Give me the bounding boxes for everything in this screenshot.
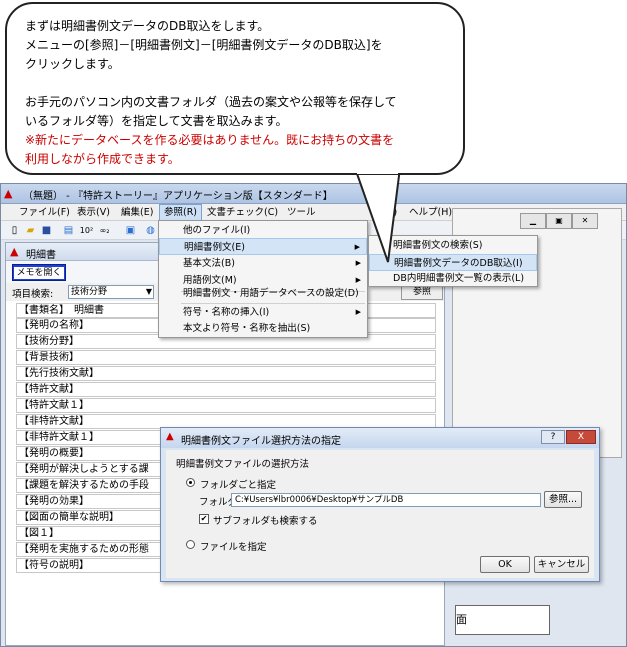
window-title: （無題） - 『特許ストーリー』アプリケーション版【スタンダード】	[23, 191, 333, 202]
numbering-icon[interactable]: 10²	[79, 223, 94, 238]
callout-line: メニューの[参照]－[明細書例文]－[明細書例文データのDB取込]を	[25, 38, 383, 52]
browse-button[interactable]: 参照...	[544, 491, 582, 508]
folder-path-input[interactable]: C:¥Users¥lbr0006¥Desktop¥サンプルDB	[231, 493, 541, 507]
callout-line: いるフォルダ等）を指定して文書を取込みます。	[25, 114, 288, 128]
menu-item-label: 他のファイル(I)	[183, 225, 251, 236]
menu-item-insert-symbols[interactable]: 符号・名称の挿入(I) ▶	[159, 304, 367, 321]
menu-window[interactable]: V)	[383, 205, 401, 220]
minimize-icon[interactable]: ▁	[520, 213, 546, 229]
menu-item-label: 明細書例文・用語データベースの設定(D)	[183, 288, 359, 299]
submenu-arrow-icon: ▶	[354, 243, 360, 251]
subfolder-checkbox-label[interactable]: サブフォルダも検索する	[213, 513, 318, 527]
menu-item-label: 基本文法(B)	[183, 258, 235, 269]
meisaisho-reibun-submenu: 明細書例文の検索(S) 明細書例文データのDB取込(I) DB内明細書例文一覧の…	[368, 235, 538, 287]
doc-line[interactable]: 【特許文献】	[16, 382, 436, 397]
item-search-value: 技術分野	[71, 287, 108, 297]
radio-folder[interactable]	[186, 478, 195, 487]
restore-icon[interactable]: ▣	[546, 213, 572, 229]
radio-folder-label[interactable]: フォルダごと指定	[200, 477, 276, 491]
menu-check[interactable]: 文書チェック(C)	[203, 205, 282, 220]
menu-edit[interactable]: 編集(E)	[117, 205, 157, 220]
document-title: 明細書	[26, 250, 56, 261]
subfolder-checkbox[interactable]: ✔	[199, 514, 209, 524]
app-icon: ▲	[4, 187, 13, 200]
menu-item-search-examples[interactable]: 明細書例文の検索(S)	[369, 237, 537, 254]
menu-view[interactable]: 表示(V)	[73, 205, 114, 220]
cancel-button[interactable]: キャンセル	[534, 556, 589, 573]
chevron-down-icon: ▼	[145, 287, 152, 296]
selection-method-group-label: 明細書例文ファイルの選択方法	[176, 459, 310, 470]
menu-item-other-file[interactable]: 他のファイル(I)	[159, 222, 367, 239]
radio-file[interactable]	[186, 540, 195, 549]
callout-note-line: ※新たにデータベースを作る必要はありません。既にお持ちの文書を	[25, 133, 395, 147]
sansho-dropdown: 他のファイル(I) 明細書例文(E) ▶ 基本文法(B) ▶ 用語例文(M) ▶ 明細…	[158, 220, 368, 338]
menu-item-label: 明細書例文データのDB取込(I)	[394, 258, 523, 269]
globe-icon[interactable]: ◍	[143, 223, 158, 238]
dialog-title: 明細書例文ファイル選択方法の指定	[181, 436, 341, 447]
menu-sansho[interactable]: 参照(R)	[159, 204, 203, 221]
help-button[interactable]: ?	[541, 430, 565, 444]
doc-line[interactable]: 【背景技術】	[16, 350, 436, 365]
dialog-title-bar: ▲ 明細書例文ファイル選択方法の指定 ? X	[161, 428, 599, 448]
document-icon: ▲	[10, 245, 19, 258]
open-memo-button[interactable]: メモを開く	[12, 264, 66, 281]
menu-item-db-import[interactable]: 明細書例文データのDB取込(I)	[369, 254, 537, 271]
callout-tail-joint	[357, 166, 398, 174]
menu-item-extract-symbols[interactable]: 本文より符号・名称を抽出(S)	[159, 320, 367, 337]
menu-item-label: 明細書例文の検索(S)	[393, 240, 483, 251]
menu-item-label: DB内明細書例文一覧の表示(L)	[393, 273, 525, 284]
item-search-label: 項目検索:	[12, 289, 54, 300]
menu-help[interactable]: ヘルプ(H)	[405, 205, 456, 220]
new-file-icon[interactable]: ▯	[7, 223, 22, 238]
dialog-app-icon: ▲	[166, 431, 174, 442]
menu-item-db-list[interactable]: DB内明細書例文一覧の表示(L)	[369, 270, 537, 287]
callout-line: クリックします。	[25, 57, 120, 71]
ok-button[interactable]: OK	[480, 556, 530, 573]
submenu-arrow-icon: ▶	[355, 308, 361, 316]
doc-line[interactable]: 【先行技術文献】	[16, 366, 436, 381]
menu-item-grammar[interactable]: 基本文法(B) ▶	[159, 255, 367, 272]
open-memo-label: メモを開く	[14, 267, 64, 279]
file-selection-dialog: ▲ 明細書例文ファイル選択方法の指定 ? X 明細書例文ファイルの選択方法 フォ…	[160, 427, 600, 582]
window-icon[interactable]: ▣	[123, 223, 138, 238]
dialog-body: 明細書例文ファイルの選択方法 フォルダごと指定 フォルダ： C:¥Users¥l…	[166, 450, 594, 578]
callout-note-line: 利用しながら作成できます。	[25, 152, 180, 166]
close-icon[interactable]: ✕	[572, 213, 598, 229]
menu-item-label: 符号・名称の挿入(I)	[183, 307, 270, 318]
print-icon[interactable]: ▤	[61, 223, 76, 238]
radio-file-label[interactable]: ファイルを指定	[200, 539, 267, 553]
menu-item-label: 明細書例文(E)	[184, 242, 245, 253]
instruction-callout: まずは明細書例文データのDB取込をします。 メニューの[参照]－[明細書例文]－…	[5, 2, 465, 175]
save-icon[interactable]: ■	[39, 223, 54, 238]
close-button[interactable]: X	[566, 430, 596, 444]
item-search-select[interactable]: 技術分野 ▼	[68, 285, 154, 299]
open-folder-icon[interactable]: ▰	[23, 223, 38, 238]
menu-item-meisaisho-reibun[interactable]: 明細書例文(E) ▶	[159, 238, 367, 255]
background-field-text: 面	[455, 605, 550, 635]
submenu-arrow-icon: ▶	[355, 259, 361, 267]
callout-line: まずは明細書例文データのDB取込をします。	[25, 19, 270, 33]
menu-tool[interactable]: ツール	[283, 205, 320, 220]
format-icon[interactable]: ∞₂	[97, 223, 112, 238]
background-window-controls: ▁ ▣ ✕	[520, 213, 616, 229]
menu-item-label: 本文より符号・名称を抽出(S)	[183, 323, 311, 334]
doc-line[interactable]: 【特許文献１】	[16, 398, 436, 413]
callout-line: お手元のパソコン内の文書フォルダ（過去の案文や公報等を保存して	[25, 95, 397, 109]
title-bar: ▲ （無題） - 『特許ストーリー』アプリケーション版【スタンダード】	[1, 184, 626, 204]
menu-item-db-settings[interactable]: 明細書例文・用語データベースの設定(D)	[159, 285, 367, 302]
menu-file[interactable]: ファイル(F)	[15, 205, 74, 220]
